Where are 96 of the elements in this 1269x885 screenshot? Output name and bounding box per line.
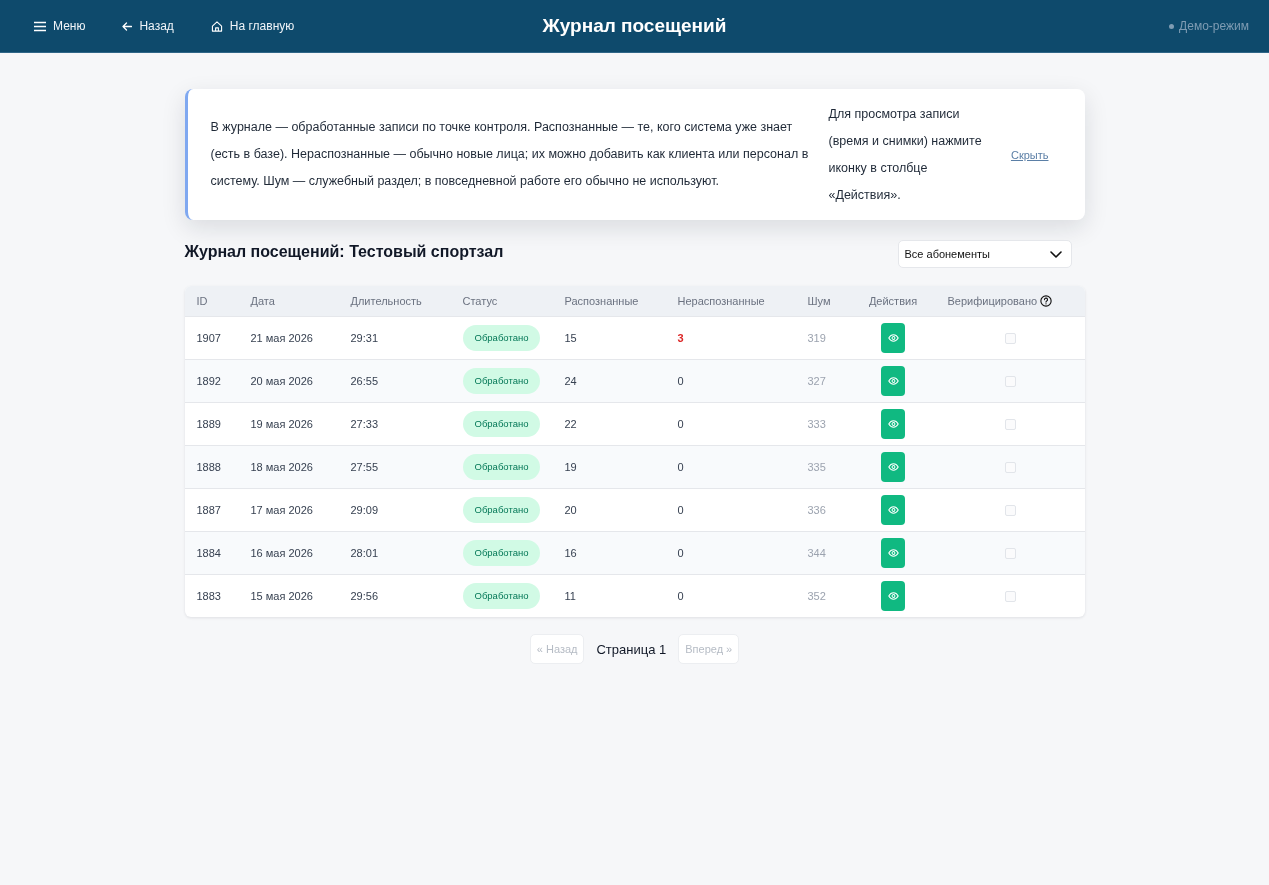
status-badge: Обработано [462, 367, 541, 394]
info-hint: Для просмотра записи (время и снимки) нажмите иконку в столбце «Действия». [828, 105, 983, 204]
date-cell: 16 мая 2026 [250, 546, 313, 559]
duration-cell: 27:55 [350, 460, 379, 473]
eye-icon [887, 333, 899, 342]
id-cell: 1907 [196, 331, 221, 344]
recognized-cell: 11 [564, 589, 576, 602]
column-header: Действия [868, 295, 918, 308]
unrecognized-cell: 0 [677, 546, 684, 559]
recognized-cell: 16 [564, 546, 577, 559]
verified-checkbox[interactable] [1004, 461, 1016, 473]
unrecognized-cell: 0 [677, 503, 684, 516]
eye-icon [887, 591, 899, 600]
page-label: Страница 1 [596, 641, 667, 657]
date-cell: 18 мая 2026 [250, 460, 313, 473]
verified-checkbox[interactable] [1004, 375, 1016, 387]
status-badge: Обработано [462, 582, 541, 609]
status-badge: Обработано [462, 453, 541, 480]
unrecognized-cell: 3 [677, 331, 684, 344]
eye-icon [887, 376, 899, 385]
status-dot-icon [1169, 23, 1175, 29]
date-cell: 21 мая 2026 [250, 331, 313, 344]
unrecognized-cell: 0 [677, 460, 684, 473]
status-badge: Обработано [462, 324, 541, 351]
recognized-cell: 19 [564, 460, 577, 473]
column-header: Длительность [350, 295, 422, 308]
verified-checkbox[interactable] [1004, 504, 1016, 516]
column-header: Статус [462, 295, 498, 308]
arrow-left-icon [122, 21, 133, 31]
view-button[interactable] [881, 451, 905, 482]
section-title: Журнал посещений: Тестовый спортзал [184, 243, 504, 261]
date-cell: 19 мая 2026 [250, 417, 313, 430]
duration-cell: 27:33 [350, 417, 379, 430]
column-header: Распознанные [564, 295, 639, 308]
date-cell: 17 мая 2026 [250, 503, 313, 516]
recognized-cell: 15 [564, 331, 577, 344]
recognized-cell: 22 [564, 417, 577, 430]
column-header: Верифицировано [947, 295, 1038, 308]
hide-link[interactable]: Скрыть [1010, 148, 1049, 161]
column-header: Нераспознанные [677, 295, 765, 308]
view-button[interactable] [881, 580, 905, 611]
duration-cell: 26:55 [350, 374, 379, 387]
noise-cell: 336 [807, 503, 826, 516]
recognized-cell: 24 [564, 374, 577, 387]
verified-checkbox[interactable] [1004, 591, 1016, 603]
eye-icon [887, 505, 899, 514]
menu-icon [34, 20, 46, 32]
view-button[interactable] [881, 408, 905, 439]
duration-cell: 29:09 [350, 503, 379, 516]
view-button[interactable] [881, 365, 905, 396]
noise-cell: 352 [807, 589, 826, 602]
noise-cell: 319 [807, 331, 826, 344]
verified-checkbox[interactable] [1004, 332, 1016, 344]
noise-cell: 344 [807, 546, 826, 559]
help-icon[interactable] [1040, 295, 1053, 308]
view-button[interactable] [881, 537, 905, 568]
nav-link[interactable]: Меню [34, 19, 86, 33]
id-cell: 1889 [196, 417, 221, 430]
column-header: Шум [807, 295, 831, 308]
noise-cell: 333 [807, 417, 826, 430]
subscription-select[interactable]: Все абонементы [897, 240, 1072, 268]
noise-cell: 327 [807, 374, 826, 387]
duration-cell: 29:56 [350, 589, 379, 602]
unrecognized-cell: 0 [677, 417, 684, 430]
id-cell: 1892 [196, 374, 221, 387]
page-title: Журнал посещений [542, 15, 727, 37]
eye-icon [887, 419, 899, 428]
info-text: В журнале — обработанные записи по точке контроля. Распознанные — те, кого система уже знает (есть в базе). Нераспознанные — обычно новые лица; их можно добавить как клиента или персонал в систему. Шум — служебный раздел; в повседневной работе его обычно не используют. [210, 119, 810, 190]
unrecognized-cell: 0 [677, 374, 684, 387]
verified-checkbox[interactable] [1004, 418, 1016, 430]
home-icon [210, 20, 223, 32]
eye-icon [887, 462, 899, 471]
view-button[interactable] [881, 322, 905, 353]
date-cell: 15 мая 2026 [250, 589, 313, 602]
verified-checkbox[interactable] [1004, 547, 1016, 559]
eye-icon [887, 548, 899, 557]
nav-link[interactable]: Назад [122, 19, 174, 33]
recognized-cell: 20 [564, 503, 577, 516]
date-cell: 20 мая 2026 [250, 374, 313, 387]
id-cell: 1887 [196, 503, 221, 516]
duration-cell: 28:01 [350, 546, 379, 559]
unrecognized-cell: 0 [677, 589, 684, 602]
column-header: ID [196, 295, 208, 308]
status-badge: Обработано [462, 410, 541, 437]
id-cell: 1884 [196, 546, 221, 559]
id-cell: 1888 [196, 460, 221, 473]
chevron-down-icon [1049, 250, 1062, 258]
column-header: Дата [250, 295, 275, 308]
status-badge: Обработано [462, 496, 541, 523]
view-button[interactable] [881, 494, 905, 525]
status-badge: Обработано [462, 539, 541, 566]
mode-label: Демо-режим [1179, 19, 1249, 33]
noise-cell: 335 [807, 460, 826, 473]
duration-cell: 29:31 [350, 331, 379, 344]
id-cell: 1883 [196, 589, 221, 602]
nav-link[interactable]: На главную [210, 19, 295, 33]
